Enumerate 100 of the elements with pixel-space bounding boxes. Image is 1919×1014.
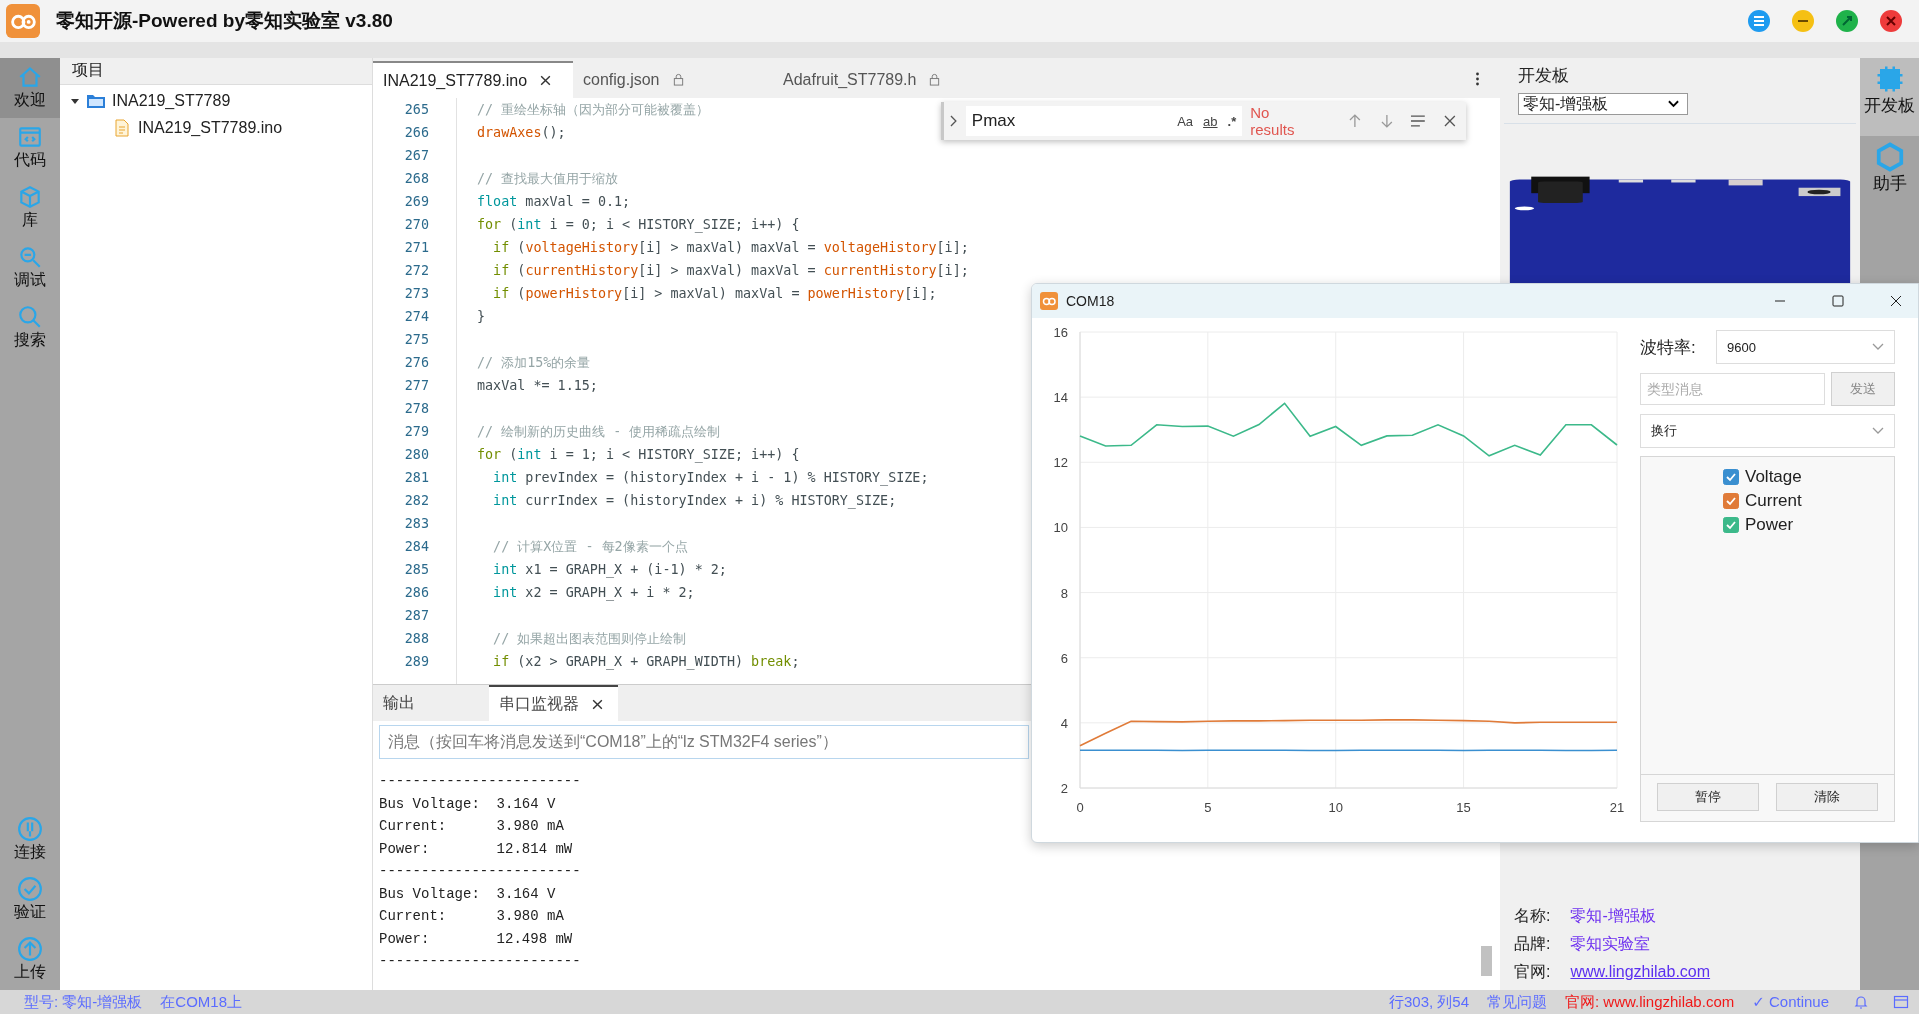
legend-label: Power <box>1745 515 1794 535</box>
editor-tab[interactable]: Adafruit_ST7789.h <box>773 61 973 98</box>
home-icon <box>17 64 43 90</box>
side-tab[interactable]: 助手 <box>1860 136 1919 214</box>
axis-tick-label: 16 <box>1053 325 1068 340</box>
line-number: 285 <box>403 562 429 577</box>
close-icon[interactable] <box>1879 9 1903 33</box>
message-field[interactable]: 消息（按回车将消息发送到“COM18”上的“lz STM32F4 series”） <box>379 725 1029 759</box>
code-line: for (int i = 1; i < HISTORY_SIZE; i++) { <box>477 447 800 462</box>
code-line: // 查找最大值用于缩放 <box>477 169 619 188</box>
file-icon <box>112 118 132 137</box>
code-line: int prevIndex = (historyIndex + i - 1) % HISTORY_SIZE; <box>492 470 929 485</box>
axis-tick-label: 15 <box>1456 800 1471 815</box>
hexagon-icon <box>1874 142 1905 172</box>
checkbox[interactable] <box>1723 469 1739 485</box>
find-option[interactable]: .* <box>1227 113 1237 129</box>
code-line: int currIndex = (historyIndex + i) % HISTORY_SIZE; <box>492 493 897 508</box>
panel-title: 项目 <box>72 61 104 78</box>
close-icon[interactable] <box>591 697 604 711</box>
line-number: 271 <box>403 240 429 255</box>
line-number: 273 <box>403 286 429 301</box>
bell-icon[interactable] <box>1853 994 1869 1010</box>
output-line: Current: 3.980 mA <box>379 818 564 836</box>
line-number: 280 <box>403 447 429 462</box>
line-number: 274 <box>403 309 429 324</box>
close-icon[interactable] <box>1888 293 1904 309</box>
code-line: float maxVal = 0.1; <box>477 194 631 209</box>
code-line: maxVal *= 1.15; <box>477 378 598 393</box>
axis-tick-label: 6 <box>1060 650 1068 666</box>
code-line: // 如果超出图表范围则停止绘制 <box>492 629 687 648</box>
output-line: Bus Voltage: 3.164 V <box>379 885 556 904</box>
panel-tab[interactable]: 串口监视器 <box>489 685 618 721</box>
maximize-icon[interactable] <box>1830 293 1846 309</box>
axis-tick-label: 5 <box>1204 800 1212 815</box>
code-line: if (currentHistory[i] > maxVal) maxVal = currentHistory[i]; <box>492 263 969 278</box>
code-line: // 重绘坐标轴（因为部分可能被覆盖） <box>477 100 710 119</box>
axis-tick-label: 2 <box>1060 781 1068 796</box>
axis-tick-label: 0 <box>1076 800 1084 815</box>
line-number: 284 <box>403 539 429 554</box>
line-number: 277 <box>403 378 429 393</box>
checkbox[interactable] <box>1723 493 1739 509</box>
activity-item[interactable]: 搜索 <box>0 298 60 358</box>
close-icon[interactable] <box>1442 113 1458 129</box>
line-number: 281 <box>403 470 429 485</box>
line-number: 265 <box>403 102 429 117</box>
pause-button[interactable]: 暂停 <box>1657 783 1759 811</box>
status-text: 在COM18上 <box>160 992 243 1012</box>
checkbox[interactable] <box>1723 517 1739 533</box>
editor-tab[interactable]: INA219_ST7789.ino <box>373 61 573 98</box>
activity-item[interactable]: 上传 <box>0 930 60 990</box>
menu-icon[interactable] <box>1747 9 1771 33</box>
window-title: COM18 <box>1066 293 1115 309</box>
code-line: int x1 = GRAPH_X + (i-1) * 2; <box>492 562 727 577</box>
more-icon[interactable] <box>1475 71 1480 87</box>
editor-tab[interactable]: config.json <box>573 61 773 98</box>
scrollbar-thumb[interactable] <box>1481 946 1492 976</box>
activity-item[interactable]: 连接 <box>0 810 60 870</box>
code-line: // 计算X位置 - 每2像素一个点 <box>492 537 688 556</box>
axis-tick-label: 10 <box>1328 800 1343 815</box>
website-link[interactable]: www.lingzhilab.com <box>1570 963 1711 981</box>
minimize-icon[interactable] <box>1791 9 1815 33</box>
baud-select[interactable]: 9600 <box>1716 330 1895 364</box>
info-value: 零知实验室 <box>1570 933 1651 954</box>
magnifier-icon <box>17 244 43 270</box>
activity-item[interactable]: 调试 <box>0 238 60 298</box>
close-icon[interactable] <box>539 74 553 87</box>
output-line: ------------------------ <box>379 773 581 791</box>
line-number: 287 <box>403 608 429 623</box>
code-line: for (int i = 0; i < HISTORY_SIZE; i++) { <box>477 217 800 232</box>
info-value: 零知-增强板 <box>1570 905 1656 926</box>
info-label: 官网: <box>1514 961 1551 982</box>
find-option[interactable]: Aa <box>1177 113 1194 129</box>
side-tab[interactable]: 开发板 <box>1860 58 1919 136</box>
activity-item[interactable]: 代码 <box>0 118 60 178</box>
line-number: 272 <box>403 263 429 278</box>
activity-item[interactable]: 库 <box>0 178 60 238</box>
code-line: } <box>477 309 486 324</box>
find-result: No results <box>1250 104 1296 138</box>
output-line: ------------------------ <box>379 863 581 881</box>
line-number: 276 <box>403 355 429 370</box>
line-number: 283 <box>403 516 429 531</box>
chevron-icon[interactable] <box>948 114 958 128</box>
line-number: 286 <box>403 585 429 600</box>
activity-item[interactable]: 验证 <box>0 870 60 930</box>
board-select[interactable]: 零知-增强板 <box>1518 93 1688 115</box>
message-field[interactable]: 类型消息 <box>1640 373 1825 405</box>
selection-icon[interactable] <box>1410 113 1427 129</box>
activity-item[interactable]: 欢迎 <box>0 58 60 118</box>
line-number: 275 <box>403 332 429 347</box>
clear-button[interactable]: 清除 <box>1776 783 1878 811</box>
line-ending-select[interactable]: 换行 <box>1640 414 1895 448</box>
panel-tab[interactable]: 输出 <box>373 685 453 721</box>
tree-item[interactable]: INA219_ST7789 <box>60 87 231 114</box>
layout-icon[interactable] <box>1893 994 1909 1010</box>
tree-item[interactable]: INA219_ST7789.ino <box>60 114 283 141</box>
axis-tick-label: 4 <box>1060 715 1068 731</box>
find-field[interactable]: Pmax Aa ab .* <box>965 106 1243 136</box>
line-number: 289 <box>403 654 429 669</box>
maximize-icon[interactable] <box>1835 9 1859 33</box>
find-option[interactable]: ab <box>1203 113 1218 129</box>
